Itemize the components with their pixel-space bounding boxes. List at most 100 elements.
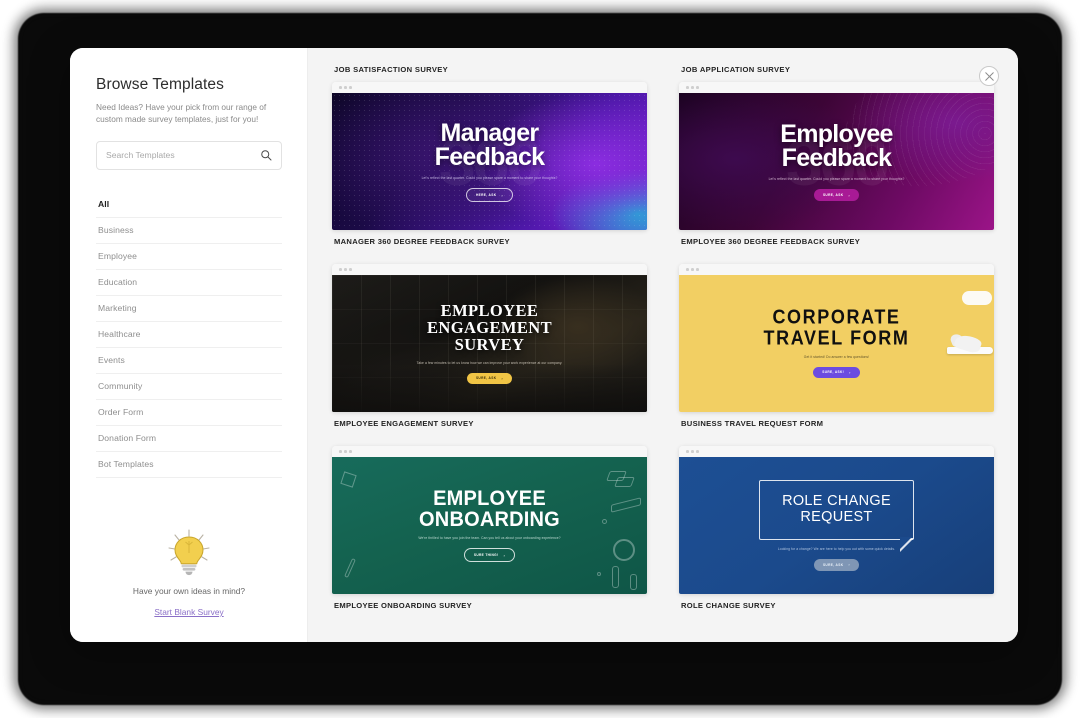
headline-line: EMPLOYEE: [433, 487, 546, 511]
headline-line: Feedback: [781, 144, 892, 173]
template-headline: Employee Feedback: [780, 120, 893, 173]
template-headline: EMPLOYEE ONBOARDING: [419, 488, 560, 530]
template-cta-button[interactable]: SURE, ASK ›: [466, 372, 513, 384]
template-headline: CORPORATE TRAVEL FORM: [763, 305, 910, 351]
arrow-right-icon: ›: [849, 369, 851, 375]
template-card-manager-360[interactable]: 360 Manager Feedback Let's reflect the l…: [332, 82, 647, 230]
doodle-icon: [630, 574, 637, 590]
headline-line: Employee: [780, 120, 893, 149]
sidebar: Browse Templates Need Ideas? Have your p…: [70, 48, 308, 642]
template-card-employee-360[interactable]: 360 Employee Feedback Let's reflect the …: [679, 82, 994, 230]
page-subtitle: Need Ideas? Have your pick from our rang…: [96, 102, 267, 125]
group-heading-job-application: JOB APPLICATION SURVEY: [681, 65, 791, 74]
window-dot-icon: [344, 450, 347, 453]
template-cta-button[interactable]: SURE, ASK ›: [813, 189, 860, 201]
template-description: Looking for a change? We are here to hel…: [777, 547, 896, 552]
doodle-icon: [597, 572, 601, 576]
window-dot-icon: [339, 86, 342, 89]
template-card-corporate-travel[interactable]: CORPORATE TRAVEL FORM Get it started! Do…: [679, 264, 994, 412]
window-chrome-bar: [679, 264, 994, 275]
group-heading-job-satisfaction: JOB SATISFACTION SURVEY: [334, 65, 449, 74]
lightbulb-icon: [168, 529, 210, 576]
templates-grid: JOB SATISFACTION SURVEY JOB APPLICATION …: [332, 60, 994, 628]
window-dot-icon: [344, 268, 347, 271]
template-description: We're thrilled to have you join the team…: [418, 536, 561, 541]
search-input[interactable]: [106, 150, 260, 161]
window-dot-icon: [691, 450, 694, 453]
cta-label: SURE, ASK: [822, 193, 844, 197]
headline-line: TRAVEL FORM: [763, 327, 910, 350]
headline-line: REQUEST: [800, 509, 873, 526]
cta-label: SURE, ASK: [822, 562, 844, 567]
search-box[interactable]: [96, 140, 282, 170]
window-dot-icon: [349, 450, 352, 453]
sidebar-item-all[interactable]: All: [96, 192, 282, 218]
window-dot-icon: [696, 450, 699, 453]
template-card-role-change[interactable]: ROLE CHANGE REQUEST Looking for a change…: [679, 446, 994, 594]
close-icon: [984, 71, 994, 81]
headline-line: Feedback: [434, 143, 545, 172]
window-dot-icon: [691, 268, 694, 271]
browse-templates-modal: Browse Templates Need Ideas? Have your p…: [70, 48, 1018, 642]
template-cta-button[interactable]: SURE THING! ›: [463, 548, 516, 562]
window-dot-icon: [686, 268, 689, 271]
template-headline: EMPLOYEE ENGAGEMENT SURVEY: [427, 302, 552, 353]
template-card-employee-onboarding[interactable]: EMPLOYEE ONBOARDING We're thrilled to ha…: [332, 446, 647, 594]
close-button[interactable]: [979, 66, 999, 86]
sidebar-item-education[interactable]: Education: [96, 270, 282, 296]
window-dot-icon: [686, 86, 689, 89]
template-description: Let's reflect the last quarter. Could yo…: [768, 177, 905, 182]
sidebar-item-order-form[interactable]: Order Form: [96, 400, 282, 426]
speech-bubble-frame: ROLE CHANGE REQUEST: [759, 480, 914, 541]
window-chrome-bar: [332, 82, 647, 93]
sidebar-item-community[interactable]: Community: [96, 374, 282, 400]
sidebar-item-healthcare[interactable]: Healthcare: [96, 322, 282, 348]
template-card-employee-engagement[interactable]: EMPLOYEE ENGAGEMENT SURVEY Take a few mi…: [332, 264, 647, 412]
template-description: Get it started! Do answer a few question…: [803, 354, 870, 359]
sidebar-item-marketing[interactable]: Marketing: [96, 296, 282, 322]
cta-label: SURE, ASK: [475, 376, 497, 381]
template-caption: EMPLOYEE ENGAGEMENT SURVEY: [334, 419, 474, 428]
sidebar-item-donation-form[interactable]: Donation Form: [96, 426, 282, 452]
window-dot-icon: [686, 450, 689, 453]
window-dot-icon: [339, 450, 342, 453]
doodle-icon: [613, 539, 635, 561]
arrow-right-icon: ›: [848, 562, 851, 568]
sidebar-item-bot-templates[interactable]: Bot Templates: [96, 452, 282, 478]
sidebar-item-employee[interactable]: Employee: [96, 244, 282, 270]
arrow-right-icon: ›: [501, 192, 504, 198]
template-cta-button[interactable]: SURE, ASK ›: [813, 559, 860, 571]
own-ideas-label: Have your own ideas in mind?: [132, 586, 246, 596]
template-preview: EMPLOYEE ONBOARDING We're thrilled to ha…: [332, 457, 647, 594]
arrow-right-icon: ›: [848, 192, 851, 198]
template-preview: CORPORATE TRAVEL FORM Get it started! Do…: [679, 275, 994, 412]
template-caption: EMPLOYEE ONBOARDING SURVEY: [334, 601, 473, 610]
window-dot-icon: [349, 268, 352, 271]
start-blank-survey-link[interactable]: Start Blank Survey: [154, 607, 223, 617]
cta-label: HERE, ASK: [475, 193, 497, 197]
template-preview: 360 Employee Feedback Let's reflect the …: [679, 93, 994, 230]
airplane-icon: [947, 330, 994, 376]
headline-line: ROLE CHANGE: [782, 493, 891, 510]
cta-label: SURE, ASK!: [822, 370, 845, 375]
arrow-right-icon: ›: [503, 552, 506, 558]
headline-line: CORPORATE: [772, 305, 901, 328]
doodle-icon: [602, 519, 607, 524]
window-chrome-bar: [679, 82, 994, 93]
template-description: Take a few minutes to let us know how we…: [416, 360, 563, 365]
template-cta-button[interactable]: HERE, ASK ›: [465, 188, 514, 202]
headline-line: ONBOARDING: [419, 508, 560, 532]
arrow-right-icon: ›: [501, 375, 504, 381]
search-icon[interactable]: [260, 149, 272, 161]
doodle-icon: [612, 566, 619, 588]
window-dot-icon: [696, 268, 699, 271]
window-chrome-bar: [332, 446, 647, 457]
cloud-decoration: [962, 291, 992, 306]
window-dot-icon: [344, 86, 347, 89]
template-cta-button[interactable]: SURE, ASK! ›: [813, 366, 860, 379]
sidebar-item-business[interactable]: Business: [96, 218, 282, 244]
sidebar-item-events[interactable]: Events: [96, 348, 282, 374]
template-caption: MANAGER 360 DEGREE FEEDBACK SURVEY: [334, 237, 510, 246]
template-caption: BUSINESS TRAVEL REQUEST FORM: [681, 419, 824, 428]
window-dot-icon: [691, 86, 694, 89]
